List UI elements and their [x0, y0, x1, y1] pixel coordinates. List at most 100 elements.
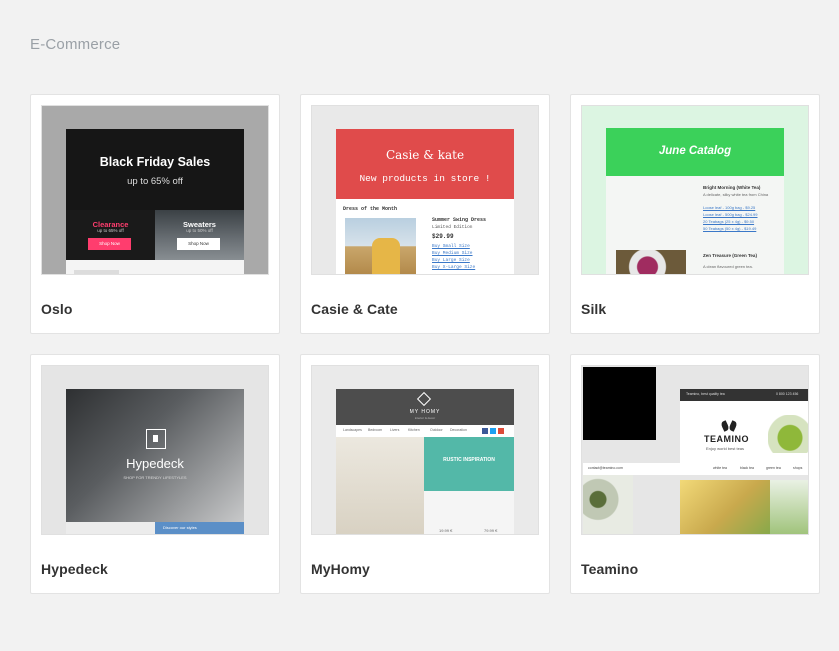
casie-header: Casie & kate New products in store ! [336, 129, 514, 199]
silk-link: Loose leaf - 500g bag - $24.99 [703, 212, 758, 217]
template-card-oslo[interactable]: Black Friday Sales up to 65% off Clearan… [30, 94, 280, 334]
facebook-icon [482, 428, 488, 434]
teamino-lemon-photo [680, 480, 770, 534]
oslo-sweaters-panel: Sweaters up to 50% off Shop Now [155, 210, 244, 260]
myhomy-diamond-icon [416, 391, 432, 407]
myhomy-nav-item: Landscapes [343, 428, 362, 432]
template-name: Hypedeck [41, 561, 108, 577]
oslo-subline: up to 65% off [127, 176, 183, 187]
hypedeck-logo-icon [146, 429, 166, 449]
myhomy-logo: MY HOMY [409, 409, 441, 415]
myhomy-nav-item: Bedroom [368, 428, 383, 432]
myhomy-promo-title: RUSTIC INSPIRATION [443, 457, 495, 463]
myhomy-price: 19.99 € [439, 528, 453, 533]
template-preview-myhomy: MY HOMY interior & decor Landscapes Bedr… [311, 365, 539, 535]
myhomy-nav-item: Livers [390, 428, 400, 432]
template-card-casie-cate[interactable]: Casie & kate New products in store ! Dre… [300, 94, 550, 334]
template-card-myhomy[interactable]: MY HOMY interior & decor Landscapes Bedr… [300, 354, 550, 594]
template-preview-teamino: Teamino, best quality tea 0 800 123 456 … [581, 365, 809, 535]
oslo-clearance-button: Shop Now [88, 238, 131, 250]
silk-title: June Catalog [658, 145, 732, 157]
myhomy-header: MY HOMY interior & decor [336, 389, 514, 425]
template-card-silk[interactable]: June Catalog Bright Morning (White Tea) … [570, 94, 820, 334]
oslo-sweaters-sub: up to 50% off [186, 228, 213, 233]
teamino-nav-item: white tea [713, 466, 728, 470]
myhomy-tagline: interior & decor [414, 416, 436, 420]
myhomy-stools: 19.99 € 79.99 € [424, 491, 514, 534]
myhomy-nav: Landscapes Bedroom Livers Kitchen Outdoo… [336, 425, 514, 437]
casie-edition: Limited Edition [432, 225, 473, 230]
teamino-leaf-icon [720, 420, 730, 432]
teamino-brand-sub: Enjoy world best teas [706, 446, 745, 451]
casie-section-title: Dress of the Month [343, 206, 398, 212]
teamino-topbar: Teamino, best quality tea 0 800 123 456 [680, 389, 808, 401]
teamino-placeholder [583, 367, 656, 440]
google-plus-icon [498, 428, 504, 434]
oslo-sweaters-button: Shop Now [177, 238, 220, 250]
myhomy-bookshelf-photo [336, 437, 424, 534]
hypedeck-subtitle: SHOP FOR TRENDY LIFESTYLES [123, 475, 187, 480]
teamino-navbar: contact@teamino.com white tea black tea … [583, 463, 808, 475]
teamino-leaf-icon [728, 420, 738, 432]
teamino-teapot-photo [768, 415, 808, 453]
teamino-brand: TEAMINO [704, 434, 749, 444]
hypedeck-band-right: Discover our styles [155, 522, 244, 534]
teamino-email: contact@teamino.com [588, 466, 623, 470]
oslo-footer-bar [74, 270, 119, 274]
casie-tagline: New products in store ! [359, 173, 491, 184]
template-name: Silk [581, 301, 607, 317]
casie-logo: Casie & kate [385, 148, 465, 162]
oslo-clearance-panel: Clearance up to 65% off Shop Now [66, 210, 155, 260]
teamino-leaves-photo [770, 480, 808, 534]
template-card-teamino[interactable]: Teamino, best quality tea 0 800 123 456 … [570, 354, 820, 594]
teamino-phone: 0 800 123 456 [776, 392, 799, 396]
template-preview-hypedeck: Hypedeck SHOP FOR TRENDY LIFESTYLES Disc… [41, 365, 269, 535]
teamino-nav-item: shops [793, 466, 803, 470]
casie-product-name: Summer Swing Dress [432, 217, 487, 223]
myhomy-nav-item: Outdoor [430, 428, 443, 432]
casie-link: Buy Large Size [432, 258, 470, 263]
casie-link: Buy X-Large Size [432, 265, 476, 270]
myhomy-nav-item: Kitchen [408, 428, 420, 432]
template-preview-silk: June Catalog Bright Morning (White Tea) … [581, 105, 809, 275]
oslo-hero-banner: Black Friday Sales up to 65% off [66, 129, 244, 211]
template-preview-casie-cate: Casie & kate New products in store ! Dre… [311, 105, 539, 275]
oslo-headline: Black Friday Sales [99, 155, 211, 169]
silk-body: Bright Morning (White Tea) A delicate, s… [606, 176, 784, 274]
hypedeck-band-text: Discover our styles [163, 525, 197, 530]
twitter-icon [490, 428, 496, 434]
hypedeck-hero: Hypedeck SHOP FOR TRENDY LIFESTYLES [66, 389, 244, 522]
casie-link: Buy Medium Size [432, 251, 473, 256]
casie-price: $29.99 [432, 233, 454, 240]
silk-link: 50 Teabags (50 x 4g) - $19.49 [703, 226, 757, 231]
template-name: Teamino [581, 561, 639, 577]
silk-link: 20 Teabags (25 x 4g) - $9.50 [703, 219, 755, 224]
template-name: Casie & Cate [311, 301, 398, 317]
myhomy-price: 79.99 € [484, 528, 498, 533]
myhomy-promo-banner: RUSTIC INSPIRATION [424, 437, 514, 491]
casie-link: Buy Small Size [432, 244, 470, 249]
silk-item1-desc: A delicate, silky white tea from China [703, 192, 769, 197]
template-card-hypedeck[interactable]: Hypedeck SHOP FOR TRENDY LIFESTYLES Disc… [30, 354, 280, 594]
teamino-nav-item: black tea [740, 466, 755, 470]
oslo-clearance-sub: up to 65% off [97, 228, 124, 233]
template-name: Oslo [41, 301, 73, 317]
silk-item2-desc: A clean flavoured green tea. [703, 264, 753, 269]
silk-tea-photo [616, 250, 686, 274]
section-title: E-Commerce [30, 36, 121, 53]
template-preview-oslo: Black Friday Sales up to 65% off Clearan… [41, 105, 269, 275]
teamino-tagline: Teamino, best quality tea [686, 392, 725, 396]
casie-body: Dress of the Month Summer Swing Dress Li… [336, 199, 514, 274]
myhomy-nav-item: Decoration [450, 428, 467, 432]
casie-dress-photo [345, 218, 416, 274]
silk-item1-title: Bright Morning (White Tea) [703, 185, 761, 190]
silk-link: Loose leaf - 100g bag - $9.25 [703, 205, 756, 210]
template-name: MyHomy [311, 561, 370, 577]
silk-header: June Catalog [606, 128, 784, 176]
silk-item2-title: Zen Treasure (Green Tea) [703, 253, 757, 258]
teamino-cup-photo [583, 475, 633, 534]
hypedeck-band-left [66, 522, 155, 534]
teamino-nav-item: green tea [766, 466, 781, 470]
hypedeck-title: Hypedeck [126, 456, 184, 471]
teamino-hero: TEAMINO Enjoy world best teas [680, 401, 808, 463]
